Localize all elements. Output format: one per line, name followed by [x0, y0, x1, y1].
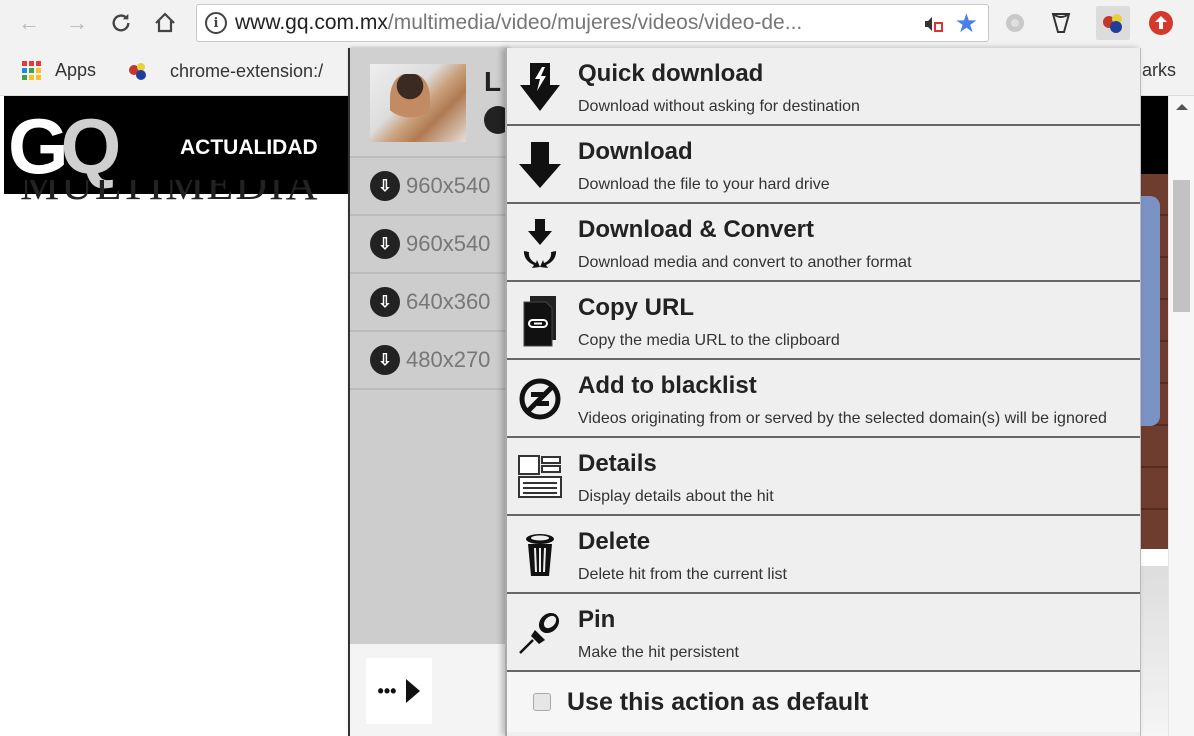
page-scrollbar[interactable] [1168, 96, 1194, 736]
action-title: Add to blacklist [578, 372, 757, 399]
pin-icon [515, 604, 565, 662]
download-circle-icon: ⇩ [370, 345, 400, 375]
reload-icon [112, 13, 130, 32]
upload-extension-button[interactable] [1144, 6, 1178, 40]
site-info-icon[interactable]: i [205, 12, 227, 34]
action-download-convert[interactable]: Download & Convert Download media and co… [507, 204, 1140, 282]
video-downloader-icon [129, 63, 146, 80]
upload-extension-icon [1149, 11, 1173, 35]
url-path: /multimedia/video/mujeres/videos/video-d… [387, 11, 803, 34]
hits-panel: L ⇩ 960x540 ⇩ 960x540 ⇩ 640x360 ⇩ 480x27… [348, 48, 512, 736]
action-quick-download[interactable]: Quick download Download without asking f… [507, 48, 1140, 126]
video-downloadhelper-button[interactable] [1096, 6, 1130, 40]
bookmark-apps[interactable]: Apps [22, 60, 96, 81]
action-delete[interactable]: Delete Delete hit from the current list [507, 516, 1140, 594]
download-convert-icon [515, 214, 565, 272]
action-desc: Videos originating from or served by the… [578, 410, 1107, 427]
home-icon [155, 12, 175, 33]
trash-icon [515, 526, 565, 584]
variant-resolution: 960x540 [406, 231, 491, 256]
action-copy-url[interactable]: Copy URL Copy the media URL to the clipb… [507, 282, 1140, 360]
action-title: Delete [578, 528, 651, 555]
action-title: Quick download [578, 60, 764, 87]
action-title: Download [578, 138, 693, 165]
action-title: Pin [578, 606, 616, 633]
hit-header[interactable]: L [350, 48, 512, 158]
default-action-checkbox[interactable] [533, 693, 551, 711]
address-bar[interactable]: i www.gq.com.mx/multimedia/video/mujeres… [196, 4, 989, 42]
url-host: www.gq.com.mx [235, 11, 388, 34]
action-desc: Delete hit from the current list [578, 566, 787, 583]
video-downloadhelper-icon [1103, 14, 1122, 33]
forward-button[interactable]: → [62, 8, 92, 38]
variant-item[interactable]: ⇩ 960x540 [350, 158, 510, 216]
logo-g: G [8, 102, 69, 190]
blacklist-icon [515, 370, 565, 428]
details-icon [515, 448, 565, 506]
puzzle-extension-button[interactable] [998, 6, 1032, 40]
hit-thumbnail [370, 64, 466, 142]
variant-item[interactable]: ⇩ 480x270 [350, 332, 510, 390]
apps-grid-icon [22, 61, 41, 80]
scroll-thumb[interactable] [1173, 180, 1190, 312]
action-desc: Make the hit persistent [578, 644, 739, 661]
quick-download-icon [515, 58, 565, 116]
logo-q: Q [60, 102, 122, 190]
actions-menu: Quick download Download without asking f… [505, 48, 1141, 736]
action-desc: Display details about the hit [578, 488, 774, 505]
action-title: Download & Convert [578, 216, 815, 243]
action-title: Details [578, 450, 657, 477]
audio-blocked-icon[interactable] [924, 15, 944, 33]
variant-item[interactable]: ⇩ 640x360 [350, 274, 510, 332]
variant-resolution: 480x270 [406, 347, 491, 372]
more-actions-button[interactable]: ••• [366, 658, 432, 724]
download-icon [515, 136, 565, 194]
gq-logo[interactable]: GQ [8, 106, 121, 186]
section-title: MULTIMEDIA [20, 180, 320, 206]
default-action-row[interactable]: Use this action as default [507, 672, 1140, 732]
play-triangle-icon [406, 679, 421, 703]
url-text[interactable]: www.gq.com.mx/multimedia/video/mujeres/v… [235, 11, 915, 35]
action-details[interactable]: Details Display details about the hit [507, 438, 1140, 516]
bookmark-star-icon[interactable]: ★ [955, 8, 978, 39]
scroll-up-arrow-icon[interactable] [1176, 104, 1188, 110]
action-pin[interactable]: Pin Make the hit persistent [507, 594, 1140, 672]
article-photo[interactable] [1138, 96, 1168, 736]
home-button[interactable] [150, 8, 180, 38]
action-desc: Copy the media URL to the clipboard [578, 332, 840, 349]
browser-toolbar: ← → i www.gq.com.mx/multimedia/video/muj… [0, 0, 1194, 50]
default-action-label[interactable]: Use this action as default [567, 688, 868, 717]
bookmark-chrome-extension-label: chrome-extension:/ [170, 60, 324, 81]
variant-resolution: 960x540 [406, 173, 491, 198]
download-circle-icon: ⇩ [370, 171, 400, 201]
action-download[interactable]: Download Download the file to your hard … [507, 126, 1140, 204]
back-button[interactable]: ← [14, 8, 44, 38]
action-desc: Download the file to your hard drive [578, 176, 830, 193]
funnel-extension-button[interactable] [1044, 6, 1078, 40]
puzzle-extension-icon [1006, 14, 1024, 32]
action-desc: Download media and convert to another fo… [578, 254, 912, 271]
action-desc: Download without asking for destination [578, 98, 860, 115]
copy-url-icon [515, 292, 565, 350]
variant-resolution: 640x360 [406, 289, 491, 314]
hit-title: L [484, 66, 502, 97]
download-circle-icon: ⇩ [370, 229, 400, 259]
reload-button[interactable] [106, 8, 136, 38]
action-add-to-blacklist[interactable]: Add to blacklist Videos originating from… [507, 360, 1140, 438]
bookmark-chrome-extension[interactable]: chrome-extension:/ [126, 60, 323, 82]
bookmark-apps-label: Apps [55, 60, 97, 80]
download-circle-icon: ⇩ [370, 287, 400, 317]
more-dots: ••• [377, 680, 397, 701]
variant-item[interactable]: ⇩ 960x540 [350, 216, 510, 274]
nav-actualidad[interactable]: ACTUALIDAD [180, 136, 318, 160]
action-title: Copy URL [578, 294, 694, 321]
other-bookmarks[interactable]: arks [1142, 60, 1176, 81]
more-area: ••• [350, 644, 510, 736]
funnel-extension-icon [1051, 13, 1071, 33]
